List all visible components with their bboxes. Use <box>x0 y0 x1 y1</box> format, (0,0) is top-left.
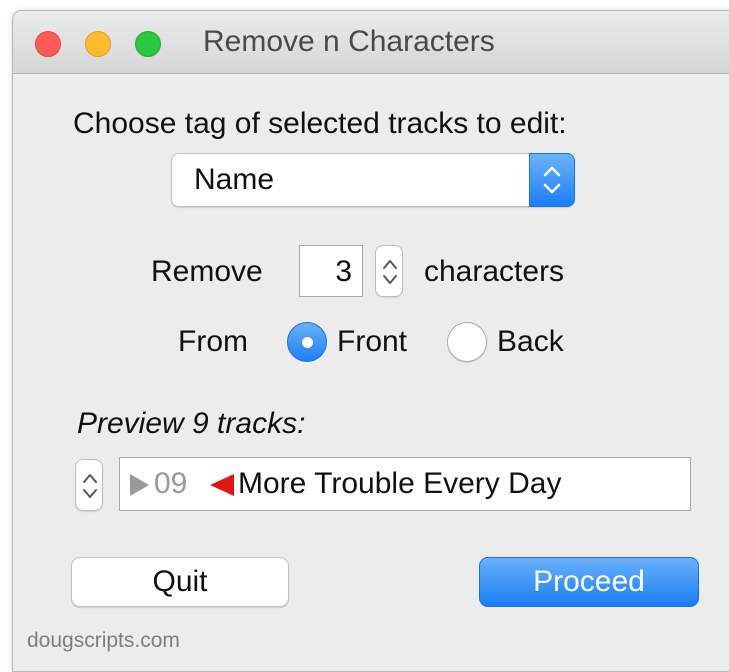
track-play-icon <box>130 474 149 496</box>
radio-front[interactable] <box>287 322 327 362</box>
preview-field: 09 More Trouble Every Day <box>119 457 691 511</box>
tag-prompt: Choose tag of selected tracks to edit: <box>73 107 567 140</box>
title-bar[interactable]: Remove n Characters <box>13 11 729 74</box>
tag-popup-value: Name <box>194 163 275 196</box>
minimize-window-button[interactable] <box>85 31 111 57</box>
remove-count-stepper[interactable] <box>375 245 403 297</box>
stepper-arrows-icon <box>383 260 397 284</box>
remove-count-field[interactable]: 3 <box>299 245 363 297</box>
app-window: Remove n Characters Choose tag of select… <box>12 10 729 672</box>
remove-label: Remove <box>151 255 263 288</box>
characters-label: characters <box>424 255 565 288</box>
quit-button[interactable]: Quit <box>71 557 289 607</box>
radio-back-label[interactable]: Back <box>497 325 564 359</box>
preview-track-name: More Trouble Every Day <box>238 467 562 500</box>
radio-back[interactable] <box>447 322 487 362</box>
stepper-arrows-icon <box>83 474 97 498</box>
radio-front-label[interactable]: Front <box>337 325 407 359</box>
remove-count-value: 3 <box>335 255 352 288</box>
footer-credit: dougscripts.com <box>27 629 180 652</box>
window-title: Remove n Characters <box>203 25 495 58</box>
preview-track-number: 09 <box>154 467 188 500</box>
preview-heading: Preview 9 tracks: <box>77 407 306 440</box>
proceed-button[interactable]: Proceed <box>479 557 699 607</box>
popup-arrows-icon <box>529 153 575 207</box>
close-window-button[interactable] <box>35 31 61 57</box>
cut-marker-icon <box>210 474 234 496</box>
preview-track-stepper[interactable] <box>75 459 103 511</box>
tag-popup[interactable]: Name <box>171 153 575 207</box>
zoom-window-button[interactable] <box>135 31 161 57</box>
from-label: From <box>178 325 248 358</box>
